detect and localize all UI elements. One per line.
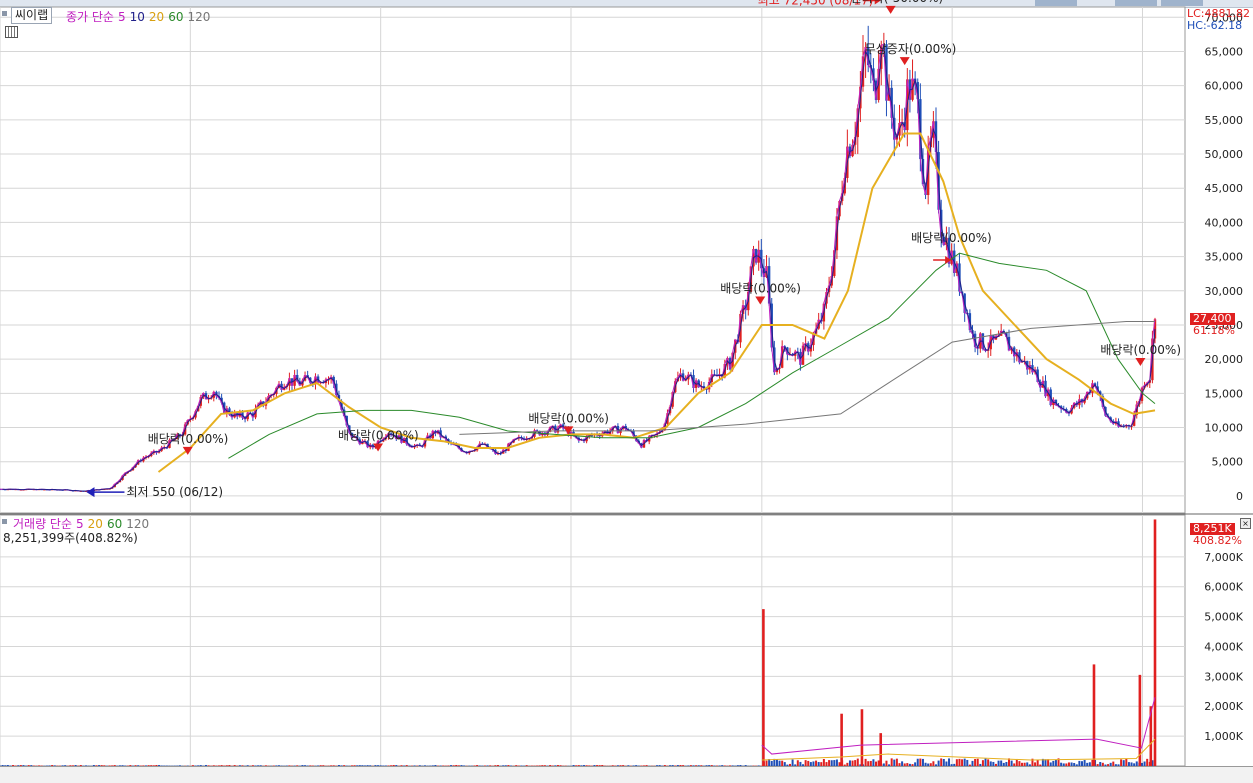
volume-bar xyxy=(872,759,874,766)
price-y-tick-label: 40,000 xyxy=(1205,216,1244,229)
annotation-label: 배당락(0.00%) xyxy=(911,231,992,245)
volume-spike-bar xyxy=(762,609,765,766)
volume-bar xyxy=(977,759,979,766)
volume-spike-bar xyxy=(861,709,864,766)
price-badge-change: 61.18% xyxy=(1190,325,1238,337)
volume-bar xyxy=(776,759,778,766)
volume-bar xyxy=(917,759,919,766)
stock-name[interactable]: 씨이랩 xyxy=(11,7,52,24)
volume-spike-bar xyxy=(840,714,843,766)
price-y-tick-label: 50,000 xyxy=(1205,148,1244,161)
annotation-label: 배당락(0.00%) xyxy=(1100,343,1181,357)
volume-bar xyxy=(823,759,825,766)
volume-bar xyxy=(956,759,958,766)
volume-bar xyxy=(974,759,976,766)
annotation-label: 권리락(-50.00%) xyxy=(851,0,944,5)
legend-ma5: 5 xyxy=(118,10,126,24)
annotation-label: 배당락(0.00%) xyxy=(338,428,419,442)
price-y-tick-label: 10,000 xyxy=(1205,422,1244,435)
volume-bar xyxy=(964,759,966,766)
price-y-tick-label: 65,000 xyxy=(1205,45,1244,58)
volume-y-tick-label: 4,000K xyxy=(1204,640,1243,653)
volume-y-tick-label: 6,000K xyxy=(1204,581,1243,594)
volume-bar xyxy=(857,759,859,766)
price-y-tick-label: 15,000 xyxy=(1205,387,1244,400)
table-icon[interactable] xyxy=(5,26,18,38)
volume-y-tick-label: 5,000K xyxy=(1204,611,1243,624)
volume-spike-bar xyxy=(1139,675,1142,766)
volume-bar xyxy=(1146,759,1148,766)
menu-icon[interactable] xyxy=(2,11,7,16)
volume-spike-bar xyxy=(1093,664,1096,766)
price-y-tick-label: 45,000 xyxy=(1205,182,1244,195)
volume-bar xyxy=(961,759,963,766)
price-y-tick-label: 5,000 xyxy=(1212,456,1244,469)
x-axis-bar xyxy=(0,766,1253,783)
annotation-label: 배당락(0.00%) xyxy=(148,432,229,446)
volume-y-tick-label: 2,000K xyxy=(1204,700,1243,713)
legend-ma120: 120 xyxy=(187,10,210,24)
price-y-tick-label: 30,000 xyxy=(1205,285,1244,298)
volume-y-tick-label: 3,000K xyxy=(1204,670,1243,683)
legend-ma10: 10 xyxy=(130,10,145,24)
volume-bar xyxy=(919,759,921,766)
annotation-label: 무상증자(0.00%) xyxy=(865,42,957,56)
price-y-tick-label: 20,000 xyxy=(1205,353,1244,366)
volume-bar xyxy=(987,759,989,766)
annotation-label: 최저 550 (06/12) xyxy=(126,485,223,499)
volume-bar xyxy=(958,759,960,766)
annotation-label: 배당락(0.00%) xyxy=(528,411,609,425)
menu-icon[interactable] xyxy=(2,519,7,524)
volume-bar xyxy=(1120,759,1122,766)
volume-value-text: 8,251,399주(408.82%) xyxy=(3,529,138,546)
annotation-label: 배당락(0.00%) xyxy=(720,281,801,295)
volume-badge-change: 408.82% xyxy=(1190,535,1245,547)
volume-panel xyxy=(0,515,1185,766)
price-legend: 종가 단순 5 10 20 60 120 xyxy=(66,8,214,25)
price-y-tick-label: 0 xyxy=(1236,490,1243,503)
volume-spike-bar xyxy=(1154,519,1157,766)
volume-bar xyxy=(896,759,898,766)
price-y-tick-label: 35,000 xyxy=(1205,251,1244,264)
volume-y-tick-label: 7,000K xyxy=(1204,551,1243,564)
volume-bar xyxy=(1125,759,1127,766)
volume-bar xyxy=(940,758,942,766)
price-y-tick-label: 60,000 xyxy=(1205,80,1244,93)
price-volume-chart[interactable]: 05,00010,00015,00020,00025,00030,00035,0… xyxy=(0,0,1253,782)
volume-bar xyxy=(922,759,924,766)
volume-bar xyxy=(985,759,987,766)
legend-ma60: 60 xyxy=(168,10,183,24)
price-y-tick-label: 55,000 xyxy=(1205,114,1244,127)
legend-ma20: 20 xyxy=(149,10,164,24)
volume-bar xyxy=(891,758,893,766)
volume-bar xyxy=(865,759,867,766)
volume-spike-bar xyxy=(879,733,882,766)
volume-y-tick-label: 1,000K xyxy=(1204,730,1243,743)
volume-bar xyxy=(943,759,945,766)
close-icon[interactable]: × xyxy=(1240,518,1251,529)
legend-label: 종가 단순 xyxy=(66,10,114,24)
volume-bar xyxy=(948,758,950,766)
hc-value: HC:-62.18 xyxy=(1187,19,1242,32)
